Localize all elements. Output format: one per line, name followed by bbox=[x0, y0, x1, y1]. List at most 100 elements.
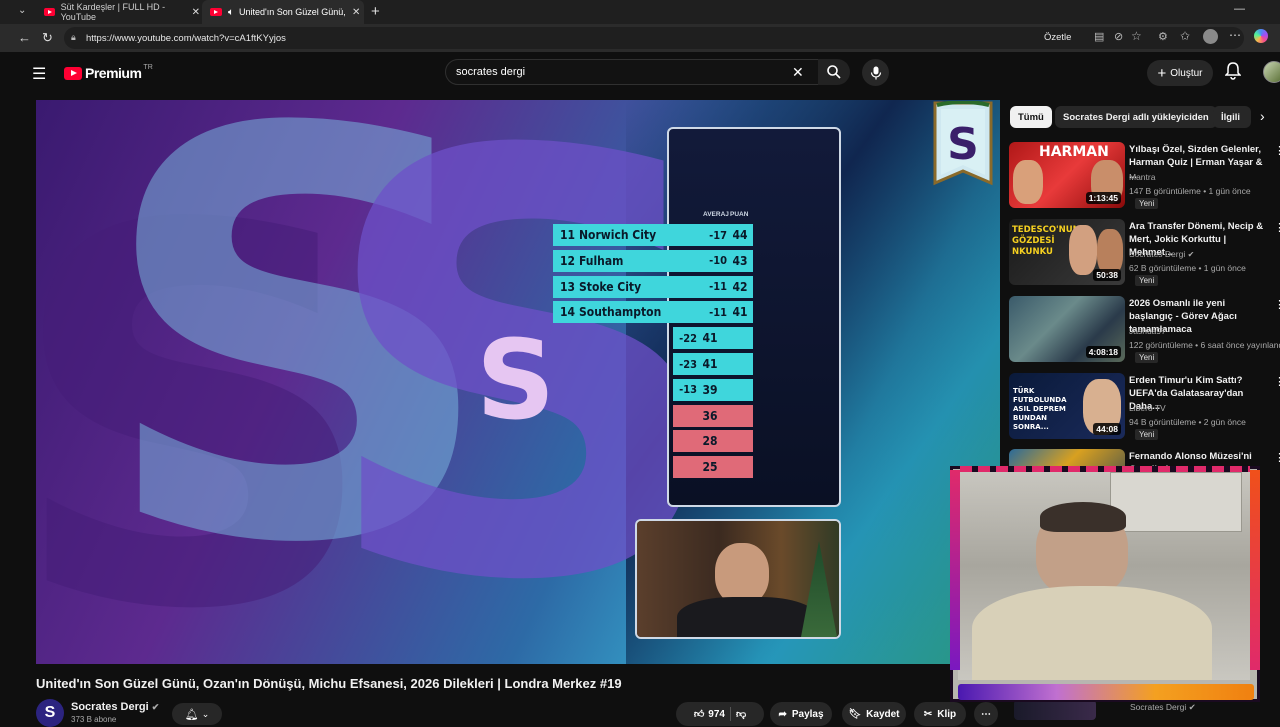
profile-icon[interactable] bbox=[1203, 29, 1218, 44]
browser-tab-1[interactable]: Süt Kardeşler | FULL HD - YouTube ✕ bbox=[36, 0, 200, 24]
new-badge: Yeni bbox=[1135, 429, 1159, 440]
thumbnail-person bbox=[1069, 225, 1097, 275]
partial-rec-channel: Socrates Dergi ✔ bbox=[1130, 702, 1196, 713]
clip-button[interactable]: ✂ Klip bbox=[914, 702, 966, 726]
summarize-button[interactable]: Özetle bbox=[1044, 32, 1071, 43]
save-button[interactable]: 🔖︎ Kaydet bbox=[842, 702, 906, 726]
microphone-icon bbox=[870, 66, 881, 79]
standings-row: 36 bbox=[673, 404, 753, 427]
webcam-frame-left-accent bbox=[950, 470, 960, 670]
video-duration: 1:13:45 bbox=[1085, 192, 1121, 204]
filter-chips: Tümü Socrates Dergi adlı yükleyiciden İl… bbox=[1010, 106, 1280, 128]
subscription-bell-button[interactable]: 🔔︎ ⌄ bbox=[172, 703, 222, 725]
new-badge: Yeni bbox=[1135, 352, 1159, 363]
tab-list-chevron-icon[interactable]: ⌄ bbox=[18, 5, 26, 16]
standings-row: -23 41 bbox=[673, 353, 753, 375]
favorite-star-icon[interactable]: ☆ bbox=[1131, 29, 1142, 43]
hamburger-menu-icon[interactable]: ☰ bbox=[32, 64, 46, 84]
thumbnail-text: TÜRK FUTBOLUNDA ASIL DEPREM BUNDAN SONRA… bbox=[1013, 387, 1067, 431]
row-position: 14 bbox=[560, 305, 576, 320]
channel-name-text: Socrates Dergi bbox=[71, 701, 149, 713]
more-options-icon[interactable]: ⋯ bbox=[1229, 28, 1241, 42]
user-avatar[interactable] bbox=[1263, 61, 1280, 83]
extensions-icon[interactable]: ⚙ bbox=[1158, 30, 1168, 43]
recommendation-item[interactable]: TÜRK FUTBOLUNDA ASIL DEPREM BUNDAN SONRA… bbox=[1009, 373, 1280, 445]
more-vert-icon[interactable]: ⋮ bbox=[1274, 451, 1280, 464]
favorites-icon[interactable]: ✩ bbox=[1180, 29, 1190, 43]
more-actions-button[interactable]: ⋯ bbox=[974, 702, 998, 726]
thumbnail-text: HARMAN bbox=[1039, 144, 1109, 160]
chip-from-uploader[interactable]: Socrates Dergi adlı yükleyiciden bbox=[1055, 106, 1217, 128]
close-tab-icon[interactable]: ✕ bbox=[192, 7, 200, 18]
row-points: 41 bbox=[732, 305, 748, 320]
row-position: 13 bbox=[560, 279, 576, 294]
row-team: Norwich City bbox=[579, 228, 657, 242]
more-vert-icon[interactable]: ⋮ bbox=[1274, 375, 1280, 388]
close-tab-icon[interactable]: ✕ bbox=[352, 7, 360, 18]
video-thumbnail: 4:08:18 bbox=[1009, 296, 1125, 362]
video-duration: 4:08:18 bbox=[1085, 346, 1121, 358]
save-label: Kaydet bbox=[866, 708, 900, 720]
logo-text: Premium bbox=[85, 65, 142, 81]
tracking-icon[interactable]: ⊘ bbox=[1114, 30, 1123, 43]
tab-title: United'ın Son Güzel Günü, Oz bbox=[239, 7, 347, 17]
row-team: Southampton bbox=[579, 305, 662, 320]
thumbnail-person bbox=[1013, 160, 1043, 204]
create-button[interactable]: + Oluştur bbox=[1147, 60, 1213, 86]
new-badge: Yeni bbox=[1135, 198, 1159, 209]
channel-banner-ornament: S bbox=[933, 101, 993, 186]
partial-thumbnail[interactable] bbox=[1014, 700, 1096, 720]
copilot-icon[interactable] bbox=[1254, 29, 1268, 43]
clear-search-icon[interactable]: ✕ bbox=[792, 64, 804, 81]
chevron-right-icon[interactable]: › bbox=[1260, 108, 1265, 124]
search-button[interactable] bbox=[818, 59, 850, 85]
bell-icon: 🔔︎ bbox=[184, 708, 199, 721]
browser-tab-strip: ⌄ Süt Kardeşler | FULL HD - YouTube ✕ 🔈︎… bbox=[0, 0, 1280, 24]
video-player[interactable]: S S S S bbox=[36, 100, 1000, 664]
notifications-bell-icon[interactable] bbox=[1225, 62, 1241, 80]
standings-row: -13 39 bbox=[673, 378, 753, 401]
recommendation-item[interactable]: 4:08:18 2026 Osmanlı ile yeni başlangıç … bbox=[1009, 296, 1280, 368]
row-average: -23 bbox=[679, 357, 697, 371]
minimize-icon[interactable]: — bbox=[1234, 3, 1245, 15]
new-tab-icon[interactable]: + bbox=[371, 3, 380, 20]
more-vert-icon[interactable]: ⋮ bbox=[1274, 144, 1280, 157]
webcam-gradient-bar bbox=[958, 684, 1254, 700]
search-input[interactable]: socrates dergi bbox=[445, 59, 828, 85]
voice-search-button[interactable] bbox=[862, 59, 889, 86]
rec-channel: Jashua97 bbox=[1129, 326, 1166, 336]
speaker-icon[interactable]: 🔈︎ bbox=[228, 7, 234, 18]
back-arrow-icon[interactable]: ← bbox=[18, 30, 31, 45]
share-button[interactable]: ➦ Paylaş bbox=[770, 702, 832, 726]
recommendation-item[interactable]: HARMAN 1:13:45 Yılbaşı Özel, Sizden Gele… bbox=[1009, 142, 1280, 214]
search-icon bbox=[827, 65, 841, 79]
channel-avatar[interactable]: S bbox=[36, 699, 64, 727]
row-average: -22 bbox=[679, 331, 697, 345]
more-vert-icon[interactable]: ⋮ bbox=[1274, 221, 1280, 234]
create-label: Oluştur bbox=[1170, 67, 1203, 79]
clip-label: Klip bbox=[937, 708, 957, 720]
streamer-webcam-overlay bbox=[950, 466, 1260, 702]
chip-related[interactable]: İlgili bbox=[1213, 106, 1251, 128]
row-points: 41 bbox=[702, 331, 718, 346]
thumbnail-text: TEDESCO'NUN GÖZDESİ NKUNKU bbox=[1012, 225, 1080, 257]
more-vert-icon[interactable]: ⋮ bbox=[1274, 298, 1280, 311]
rec-channel: Mantra bbox=[1129, 172, 1156, 182]
youtube-favicon-icon bbox=[210, 8, 222, 16]
youtube-favicon-icon bbox=[44, 8, 55, 16]
channel-name[interactable]: Socrates Dergi ✔ bbox=[71, 701, 159, 713]
youtube-header: ☰ Premium TR socrates dergi ✕ + Oluştur bbox=[12, 52, 1280, 94]
refresh-icon[interactable]: ↻ bbox=[42, 30, 53, 46]
video-duration: 44:08 bbox=[1093, 423, 1121, 435]
url-text: https://www.youtube.com/watch?v=cA1ftKYy… bbox=[86, 32, 286, 44]
recommendation-item[interactable]: TEDESCO'NUN GÖZDESİ NKUNKU 50:38 Ara Tra… bbox=[1009, 219, 1280, 291]
like-button[interactable]: 👍︎ 974 bbox=[694, 708, 725, 721]
reader-icon[interactable]: ▤ bbox=[1094, 30, 1104, 43]
webcam-frame-top-accent bbox=[960, 466, 1250, 472]
browser-tab-2[interactable]: 🔈︎ United'ın Son Güzel Günü, Oz ✕ bbox=[202, 0, 364, 24]
youtube-logo[interactable]: Premium TR bbox=[64, 64, 153, 81]
chip-all[interactable]: Tümü bbox=[1010, 106, 1052, 128]
webcam-person-hoodie bbox=[972, 586, 1212, 680]
dislike-button[interactable]: 👎︎ bbox=[736, 708, 746, 720]
rec-meta: 94 B görüntüleme • 2 gün önce bbox=[1129, 417, 1246, 427]
